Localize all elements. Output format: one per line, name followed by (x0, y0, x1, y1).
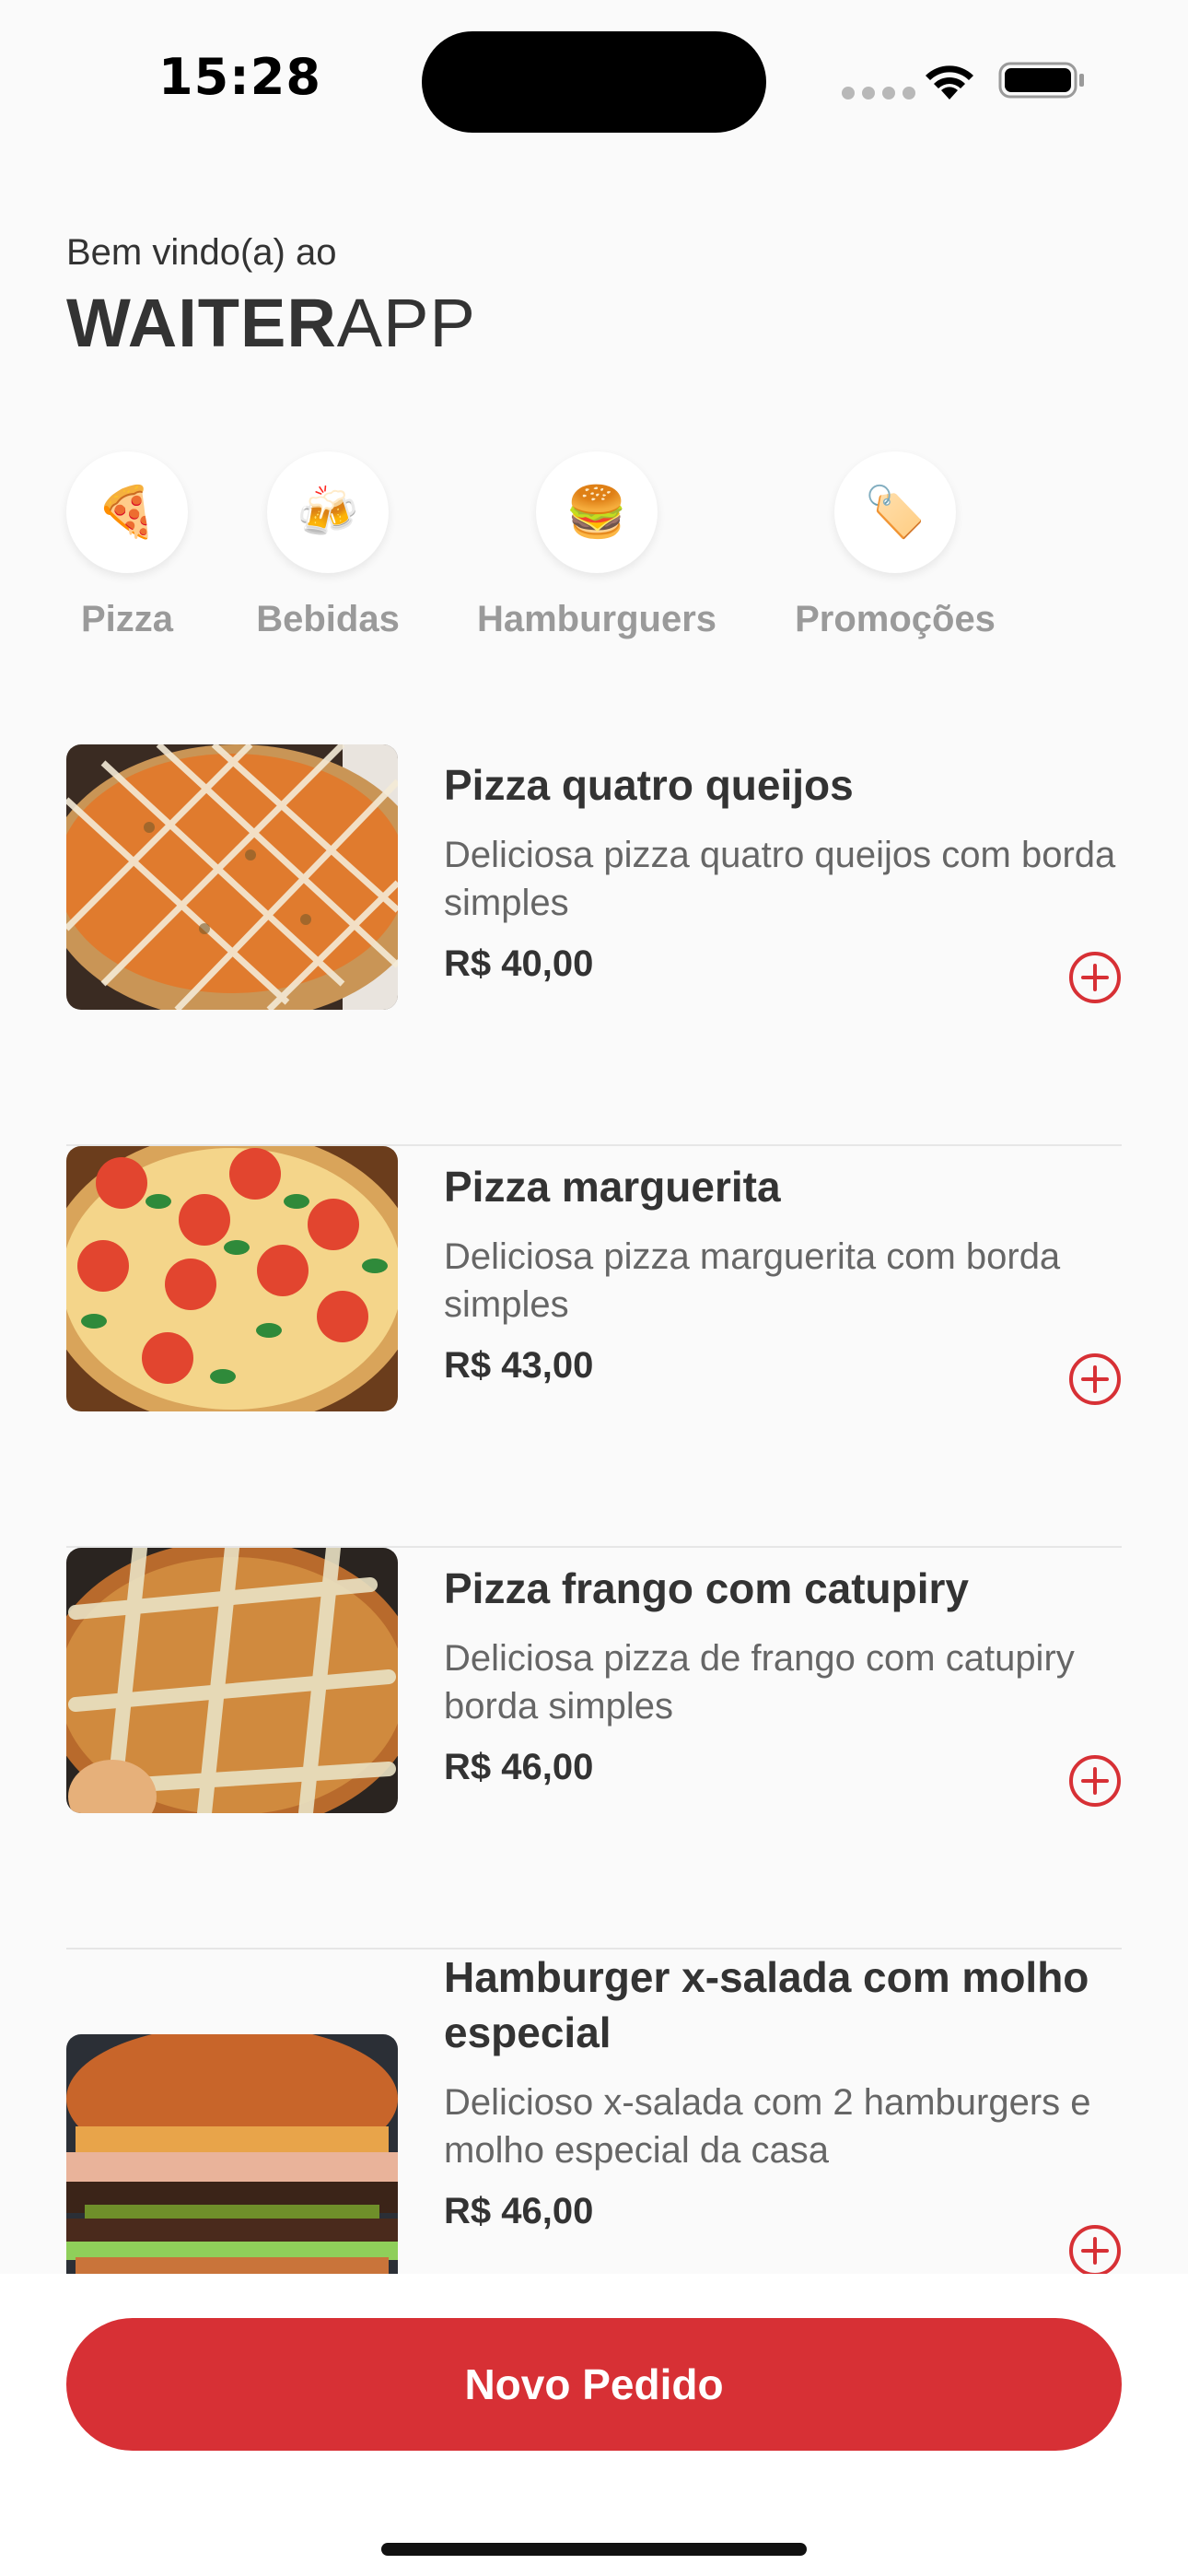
greeting-text: Bem vindo(a) ao (66, 232, 337, 273)
add-to-cart-icon[interactable] (1068, 1352, 1122, 1406)
category-bebidas[interactable]: 🍻 Bebidas (256, 451, 400, 640)
burger-icon: 🍔 (536, 451, 658, 573)
product-list: Pizza quatro queijos Deliciosa pizza qua… (66, 744, 1122, 2336)
product-image-pizza-marguerita (66, 1146, 398, 1411)
product-price: R$ 46,00 (444, 2191, 594, 2231)
status-time: 15:28 (158, 48, 321, 106)
product-info: Pizza quatro queijos Deliciosa pizza qua… (444, 757, 1122, 985)
add-to-cart-icon[interactable] (1068, 2224, 1122, 2277)
category-label: Pizza (80, 599, 174, 639)
wifi-icon (926, 65, 973, 100)
product-info: Pizza frango com catupiry Deliciosa pizz… (444, 1561, 1122, 1788)
status-bar: 15:28 (0, 0, 1188, 157)
category-label: Hamburguers (476, 599, 717, 639)
product-item[interactable]: Pizza marguerita Deliciosa pizza marguer… (66, 1146, 1122, 1548)
app-screen: 15:28 Bem vindo(a) ao WAITERAPP 🍕 Pizza … (0, 0, 1188, 2576)
category-list: 🍕 Pizza 🍻 Bebidas 🍔 Hamburguers 🏷️ Promo… (0, 451, 1188, 663)
product-name: Pizza marguerita (444, 1163, 781, 1211)
add-to-cart-icon[interactable] (1068, 951, 1122, 1004)
category-label: Bebidas (256, 599, 400, 639)
category-hamburguers[interactable]: 🍔 Hamburguers (477, 451, 716, 640)
tag-icon: 🏷️ (834, 451, 956, 573)
product-price: R$ 46,00 (444, 1747, 594, 1787)
product-image-pizza-frango (66, 1548, 398, 1813)
brand-light: APP (336, 285, 476, 361)
brand-bold: WAITER (66, 285, 337, 361)
footer: Novo Pedido (0, 2274, 1188, 2576)
product-name: Pizza frango com catupiry (444, 1564, 970, 1612)
category-pizza[interactable]: 🍕 Pizza (66, 451, 188, 640)
dynamic-island (422, 31, 766, 133)
battery-icon (998, 62, 1084, 99)
category-promocoes[interactable]: 🏷️ Promoções (795, 451, 996, 640)
product-price: R$ 43,00 (444, 1345, 594, 1386)
product-name: Pizza quatro queijos (444, 761, 854, 809)
cellular-signal-icon (842, 87, 915, 100)
new-order-button[interactable]: Novo Pedido (66, 2318, 1122, 2451)
product-image-pizza-quatro-queijos (66, 744, 398, 1010)
product-info: Hamburger x-salada com molho especial De… (444, 1950, 1122, 2232)
product-description: Deliciosa pizza quatro queijos com borda… (444, 835, 1116, 923)
pizza-icon: 🍕 (66, 451, 188, 573)
product-item[interactable]: Pizza frango com catupiry Deliciosa pizz… (66, 1548, 1122, 1950)
home-indicator[interactable] (381, 2543, 807, 2556)
product-image-hamburger (66, 2034, 398, 2300)
brand-title: WAITERAPP (66, 284, 476, 362)
add-to-cart-icon[interactable] (1068, 1754, 1122, 1808)
product-info: Pizza marguerita Deliciosa pizza marguer… (444, 1159, 1122, 1387)
product-description: Deliciosa pizza de frango com catupiry b… (444, 1638, 1075, 1727)
product-description: Deliciosa pizza marguerita com borda sim… (444, 1236, 1061, 1325)
beer-icon: 🍻 (267, 451, 389, 573)
product-item[interactable]: Pizza quatro queijos Deliciosa pizza qua… (66, 744, 1122, 1146)
category-label: Promoções (795, 599, 996, 639)
product-name: Hamburger x-salada com molho especial (444, 1953, 1089, 2056)
product-price: R$ 40,00 (444, 943, 594, 984)
product-description: Delicioso x-salada com 2 hamburgers e mo… (444, 2082, 1091, 2171)
